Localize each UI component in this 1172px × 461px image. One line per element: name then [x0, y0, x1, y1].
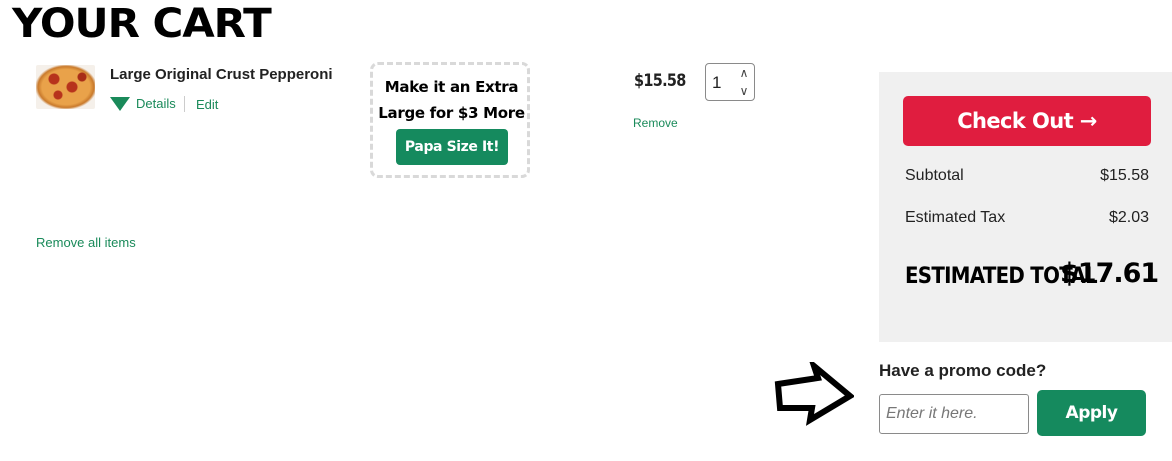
arrow-right-outline-icon [774, 362, 854, 426]
chevron-up-icon[interactable]: ∧ [740, 66, 749, 80]
link-divider [184, 96, 185, 112]
checkout-button[interactable]: Check Out → [903, 96, 1151, 146]
page-title: YOUR CART [12, 1, 272, 47]
subtotal-value: $15.58 [1100, 167, 1149, 184]
edit-link[interactable]: Edit [196, 97, 218, 112]
remove-all-link[interactable]: Remove all items [36, 235, 136, 250]
details-label: Details [136, 96, 176, 111]
tax-value: $2.03 [1108, 209, 1149, 226]
upsell-line-1: Make it an Extra [384, 78, 519, 96]
pizza-thumbnail [36, 65, 95, 109]
triangle-down-icon [110, 96, 130, 111]
apply-button[interactable]: Apply [1037, 390, 1146, 436]
cart-item-name: Large Original Crust Pepperoni [110, 66, 333, 83]
item-price: $15.58 [634, 71, 686, 91]
upsell-text: Make it an Extra Large for $3 More [370, 74, 533, 126]
promo-code-input[interactable] [879, 394, 1029, 434]
subtotal-label: Subtotal [905, 167, 964, 184]
chevron-up-down-icon[interactable]: ∧ ∨ [737, 66, 751, 98]
papa-size-button[interactable]: Papa Size It! [396, 129, 508, 165]
remove-item-link[interactable]: Remove [633, 116, 678, 130]
tax-label: Estimated Tax [905, 209, 1006, 226]
quantity-value[interactable]: 1 [712, 73, 721, 93]
details-toggle[interactable]: Details [110, 96, 176, 111]
upsell-line-2: Large for $3 More [378, 104, 525, 122]
total-value: $17.61 [1060, 258, 1159, 289]
promo-label: Have a promo code? [879, 361, 1047, 380]
chevron-down-icon[interactable]: ∨ [740, 84, 749, 98]
